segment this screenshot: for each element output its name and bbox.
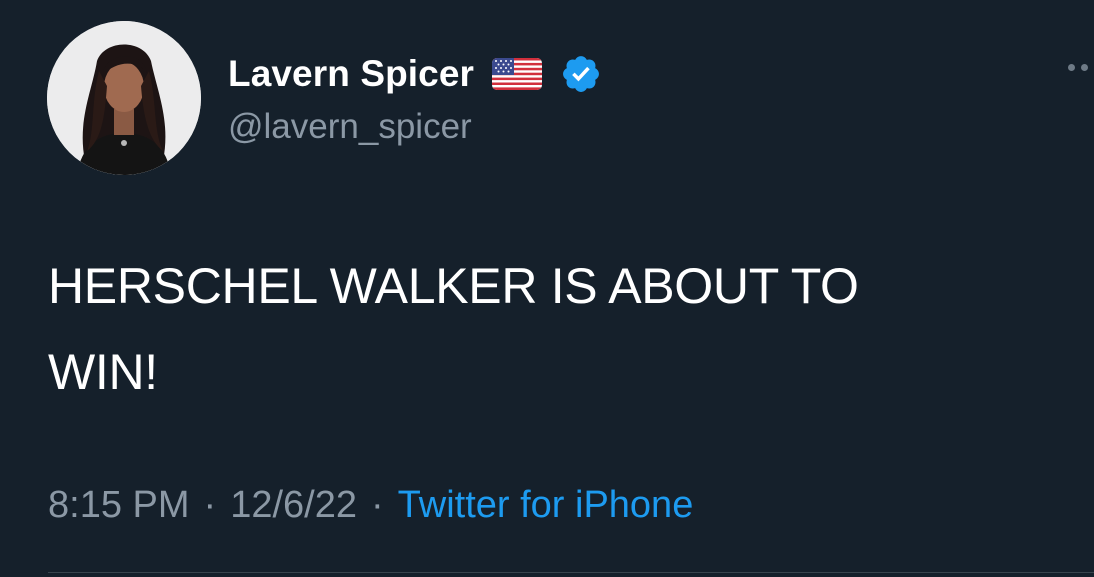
author-handle[interactable]: @lavern_spicer <box>228 107 472 147</box>
more-options-icon[interactable] <box>1068 64 1088 71</box>
us-flag-icon <box>492 58 543 90</box>
tweet-text: HERSCHEL WALKER IS ABOUT TO WIN! <box>48 258 859 400</box>
tweet-source-link[interactable]: Twitter for iPhone <box>398 484 694 527</box>
tweet-card: Lavern Spicer @lavern_spicer HERSCHEL WA… <box>0 0 1094 577</box>
avatar[interactable] <box>47 21 201 175</box>
more-dot <box>1068 64 1075 71</box>
separator-dot: · <box>370 484 384 526</box>
display-name[interactable]: Lavern Spicer <box>228 53 474 95</box>
tweet-metadata: 8:15 PM · 12/6/22 · Twitter for iPhone <box>48 484 693 527</box>
more-dot <box>1081 64 1088 71</box>
avatar-photo <box>47 21 201 175</box>
tweet-time[interactable]: 8:15 PM <box>48 484 190 527</box>
verified-badge-icon[interactable] <box>560 53 602 95</box>
divider <box>48 572 1094 573</box>
author-name-row[interactable]: Lavern Spicer <box>228 52 602 96</box>
separator-dot: · <box>203 484 217 526</box>
tweet-date[interactable]: 12/6/22 <box>230 484 357 527</box>
